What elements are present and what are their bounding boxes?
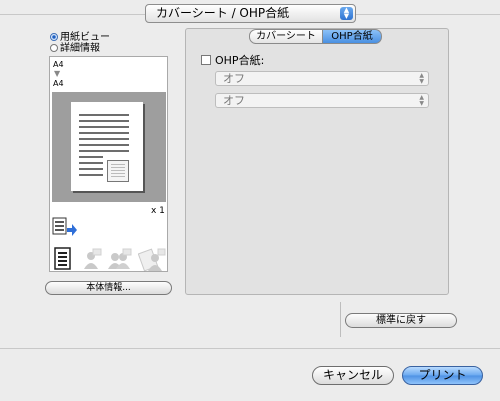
- size-arrow-icon: ▼: [54, 69, 61, 78]
- panel-select-value: カバーシート / OHP合紙: [156, 6, 290, 20]
- popup-updown-icon: ▲ ▼: [340, 7, 353, 20]
- popup-updown-icon: ▲ ▼: [419, 72, 424, 85]
- cancel-button-label: キャンセル: [322, 368, 383, 382]
- print-button[interactable]: プリント: [402, 366, 483, 385]
- radio-detail-info-label: 詳細情報: [60, 43, 100, 54]
- ohp-paper-popup-value: オフ: [223, 72, 245, 85]
- device-info-button-label: 本体情報...: [86, 283, 131, 293]
- radio-button-icon: [50, 44, 58, 52]
- device-info-button[interactable]: 本体情報...: [45, 281, 172, 295]
- panel-select-popup[interactable]: カバーシート / OHP合紙 ▲ ▼: [145, 4, 356, 23]
- copies-label: x 1: [151, 206, 165, 216]
- tab-ohp-interleave-label: OHP合紙: [331, 31, 373, 42]
- bottom-separator: [0, 348, 500, 349]
- cancel-button[interactable]: キャンセル: [312, 366, 394, 385]
- popup-updown-icon: ▲ ▼: [419, 94, 424, 107]
- radio-detail-info[interactable]: 詳細情報: [50, 43, 100, 54]
- ohp-interleave-checkbox-label: OHP合紙:: [215, 54, 265, 67]
- ohp-paper-popup[interactable]: オフ ▲ ▼: [215, 71, 429, 86]
- ohp-tray-popup[interactable]: オフ ▲ ▼: [215, 93, 429, 108]
- checkbox-icon: [201, 55, 211, 65]
- tab-cover-sheet[interactable]: カバーシート: [249, 29, 323, 44]
- document-icon: [54, 247, 72, 271]
- tab-cover-sheet-label: カバーシート: [256, 31, 316, 42]
- radio-button-icon: [50, 33, 58, 41]
- dest-size-label: A4: [53, 79, 64, 88]
- source-size-label: A4: [53, 60, 64, 69]
- ohp-tray-popup-value: オフ: [223, 94, 245, 107]
- tab-ohp-interleave[interactable]: OHP合紙: [323, 29, 382, 44]
- tab-bar: カバーシート OHP合紙: [249, 29, 382, 44]
- image-placeholder-icon: [107, 160, 129, 182]
- ohp-interleave-checkbox[interactable]: OHP合紙:: [201, 55, 264, 67]
- settings-panel: [185, 28, 449, 295]
- vertical-separator: [340, 302, 341, 337]
- group-user-icon: [107, 247, 133, 271]
- print-button-label: プリント: [418, 368, 467, 382]
- secure-user-icon: [138, 245, 166, 273]
- radio-paper-view-label: 用紙ビュー: [60, 32, 110, 43]
- radio-paper-view[interactable]: 用紙ビュー: [50, 32, 110, 43]
- restore-defaults-button-label: 標準に戻す: [376, 315, 426, 326]
- single-user-icon: [82, 247, 102, 271]
- paper-feed-icon: [52, 216, 78, 240]
- restore-defaults-button[interactable]: 標準に戻す: [345, 313, 457, 328]
- page-preview-sheet: [71, 102, 143, 191]
